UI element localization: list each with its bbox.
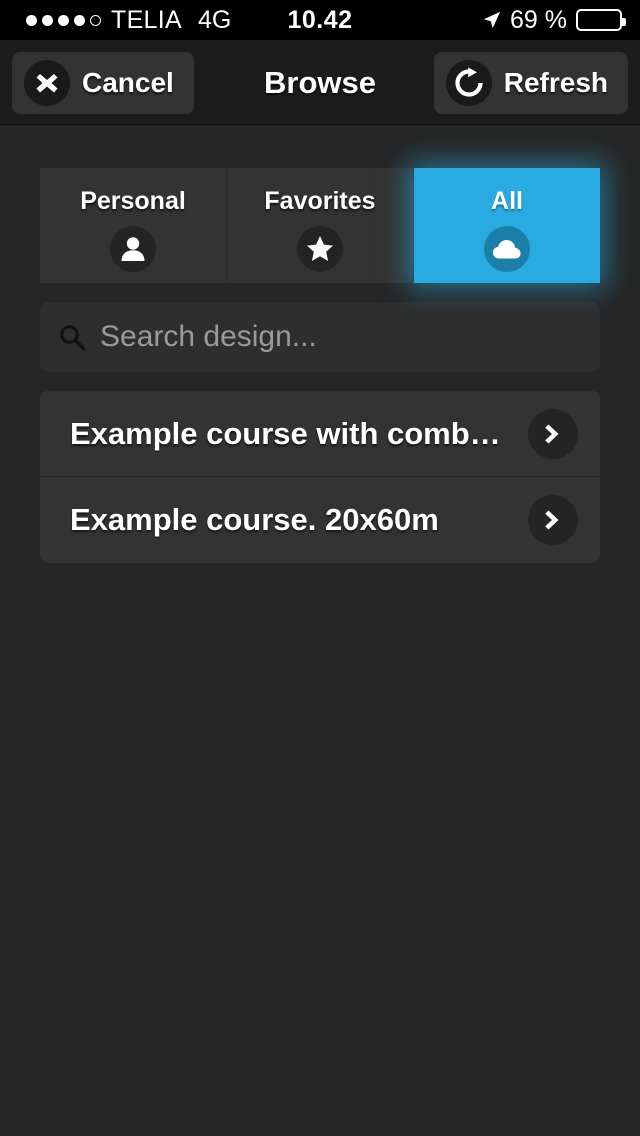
tab-all-label: All [491, 187, 523, 215]
person-icon [110, 226, 156, 272]
battery-percent-label: 69 % [510, 5, 567, 34]
refresh-icon [445, 60, 492, 106]
list-item-title: Example course. 20x60m [70, 502, 439, 537]
search-input[interactable] [100, 320, 582, 354]
status-bar: TELIA 4G 10.42 69 % [0, 0, 640, 40]
cloud-icon [484, 226, 530, 272]
list-item-title: Example course with comb… [70, 415, 501, 451]
chevron-right-icon[interactable] [528, 408, 578, 459]
location-arrow-icon [483, 11, 501, 29]
tab-personal[interactable]: Personal [40, 168, 227, 283]
status-bar-right: 69 % [483, 5, 626, 35]
list-item[interactable]: Example course with comb… [40, 391, 600, 477]
search-icon [60, 325, 86, 351]
chevron-right-icon[interactable] [528, 495, 578, 545]
close-x-icon [24, 60, 70, 106]
navigation-bar: Cancel Browse Refresh [0, 40, 640, 125]
tab-all[interactable]: All [414, 168, 600, 283]
tab-favorites-label: Favorites [264, 187, 376, 215]
star-icon [297, 226, 343, 272]
refresh-button-label: Refresh [503, 67, 608, 98]
tab-favorites[interactable]: Favorites [227, 168, 414, 283]
segmented-tab-bar: Personal Favorites All [40, 168, 600, 283]
cancel-button[interactable]: Cancel [12, 52, 194, 114]
course-list: Example course with comb… Example course… [40, 391, 600, 563]
tab-personal-label: Personal [80, 187, 186, 215]
search-field[interactable] [40, 302, 600, 372]
refresh-button[interactable]: Refresh [433, 52, 628, 114]
list-item[interactable]: Example course. 20x60m [40, 477, 600, 563]
cancel-button-label: Cancel [82, 67, 174, 98]
battery-icon [576, 9, 626, 31]
